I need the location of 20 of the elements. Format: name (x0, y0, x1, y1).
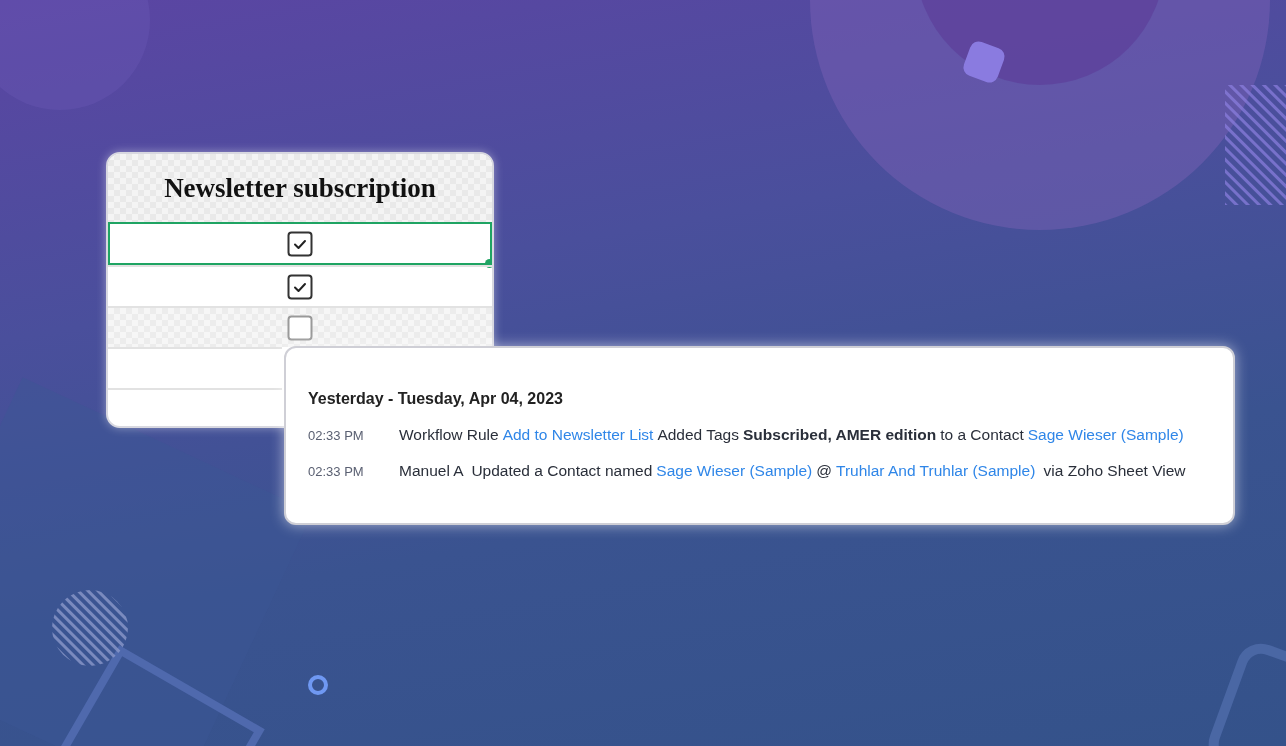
activity-text: to a Contact (940, 426, 1024, 444)
fill-handle[interactable] (485, 259, 492, 268)
activity-text: Workflow Rule (399, 426, 499, 444)
record-link[interactable]: Sage Wieser (Sample) (1027, 426, 1184, 444)
column-title: Newsletter subscription (164, 172, 436, 204)
tag-names: Subscribed, AMER edition (743, 426, 937, 444)
entry-time: 02:33 PM (308, 428, 365, 443)
checkbox[interactable] (287, 314, 313, 341)
record-link[interactable]: Add to Newsletter List (502, 426, 654, 444)
activity-text: via Zoho Sheet View (1042, 462, 1186, 480)
activity-text: Added Tags (657, 426, 739, 444)
entry-time: 02:33 PM (308, 464, 365, 479)
date-heading: Yesterday - Tuesday, Apr 04, 2023 (308, 390, 564, 408)
activity-text: Manuel A Updated a Contact named (399, 462, 653, 480)
checkbox[interactable] (287, 230, 313, 257)
decorative-ring-small (308, 675, 328, 695)
checkbox[interactable] (287, 273, 313, 300)
record-link[interactable]: Truhlar And Truhlar (Sample) (836, 462, 1036, 480)
record-link[interactable]: Sage Wieser (Sample) (656, 462, 813, 480)
activity-text: @ (816, 462, 832, 480)
